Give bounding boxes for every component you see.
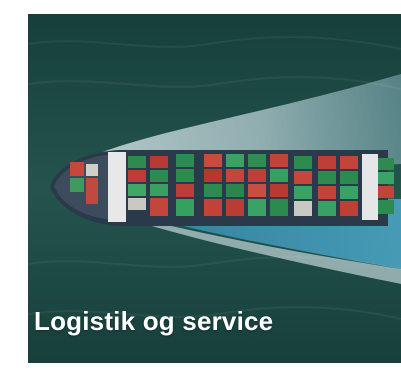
category-tile[interactable]: Logistik og service	[28, 14, 401, 363]
tile-caption: Logistik og service	[34, 306, 274, 336]
